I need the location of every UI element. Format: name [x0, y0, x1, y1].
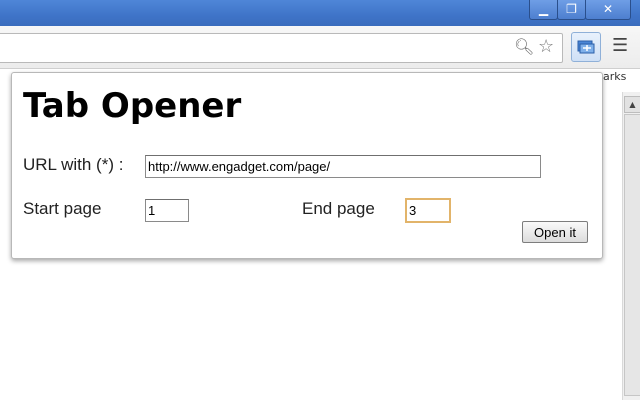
- popup-title: Tab Opener: [23, 86, 242, 126]
- address-bar[interactable]: 🔍︎ ☆: [0, 33, 563, 63]
- tab-opener-popup: Tab Opener URL with (*) : Start page End…: [11, 72, 603, 259]
- restore-icon: ❐: [566, 2, 577, 16]
- browser-menu-icon[interactable]: ☰: [612, 36, 628, 56]
- close-icon: ✕: [602, 2, 614, 16]
- url-label: URL with (*) :: [23, 155, 124, 174]
- url-input[interactable]: [145, 155, 541, 178]
- page-scrollbar[interactable]: ▲: [622, 92, 640, 400]
- close-window-button[interactable]: ✕: [585, 0, 631, 20]
- tab-opener-extension-icon: [577, 40, 595, 54]
- browser-toolbar: 🔍︎ ☆ ☰: [0, 26, 640, 69]
- open-it-button[interactable]: Open it: [522, 221, 588, 243]
- minimize-button[interactable]: ▁: [529, 0, 558, 20]
- star-icon[interactable]: ☆: [538, 38, 554, 56]
- magnifier-icon[interactable]: 🔍︎: [514, 38, 534, 56]
- end-page-input[interactable]: [405, 198, 451, 223]
- start-page-label: Start page: [23, 199, 102, 218]
- tab-opener-extension-button[interactable]: [571, 32, 601, 62]
- window-titlebar: ▁ ❐ ✕: [0, 0, 640, 26]
- minimize-icon: ▁: [538, 2, 549, 16]
- scroll-up-arrow-icon[interactable]: ▲: [624, 96, 640, 113]
- start-page-input[interactable]: [145, 199, 189, 222]
- scroll-thumb[interactable]: [624, 114, 640, 396]
- restore-button[interactable]: ❐: [557, 0, 586, 20]
- end-page-label: End page: [302, 199, 375, 218]
